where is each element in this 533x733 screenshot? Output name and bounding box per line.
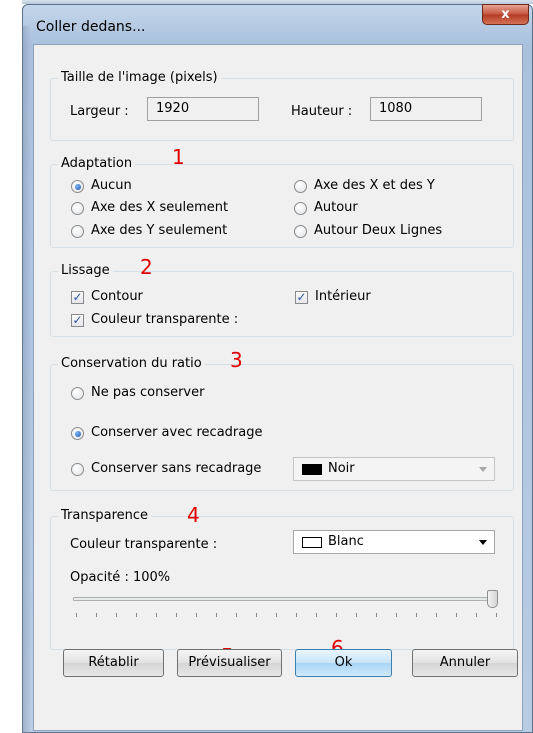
radio-axe-x-et-y[interactable] xyxy=(294,180,307,193)
slider-tick xyxy=(216,613,217,617)
slider-tick xyxy=(316,613,317,617)
slider-tick xyxy=(476,613,477,617)
close-icon[interactable]: x xyxy=(501,7,509,22)
check-mark-icon: ✓ xyxy=(72,313,83,327)
radio-conserver-avec-recadrage[interactable] xyxy=(71,427,84,440)
transparency-color-value: Blanc xyxy=(328,534,364,549)
ratio-legend: Conservation du ratio xyxy=(58,356,205,372)
preview-button[interactable]: Prévisualiser xyxy=(177,649,282,677)
desktop-edge xyxy=(0,0,22,733)
image-size-legend: Taille de l'image (pixels) xyxy=(58,70,221,86)
reset-button[interactable]: Rétablir xyxy=(63,649,164,677)
color-swatch xyxy=(302,537,322,548)
width-label: Largeur : xyxy=(70,104,129,119)
transparency-color-label: Couleur transparente : xyxy=(70,537,218,552)
smoothing-legend: Lissage xyxy=(58,263,113,279)
radio-conserver-sans-recadrage-label[interactable]: Conserver sans recadrage xyxy=(91,461,261,477)
slider-tick xyxy=(276,613,277,617)
slider-tick xyxy=(296,613,297,617)
close-button[interactable]: x xyxy=(482,4,529,25)
slider-tick xyxy=(456,613,457,617)
slider-tick xyxy=(156,613,157,617)
radio-conserver-avec-recadrage-label[interactable]: Conserver avec recadrage xyxy=(91,425,262,441)
checkbox-interieur[interactable]: ✓ xyxy=(295,291,308,304)
chevron-down-icon xyxy=(479,467,487,472)
radio-axe-x-et-y-label[interactable]: Axe des X et des Y xyxy=(314,178,435,194)
slider-tick xyxy=(96,613,97,617)
slider-tick xyxy=(396,613,397,617)
width-field[interactable]: 1920 xyxy=(147,97,259,121)
radio-autour-label[interactable]: Autour xyxy=(314,200,358,216)
opacity-slider-track[interactable] xyxy=(73,597,494,601)
height-label: Hauteur : xyxy=(291,104,353,119)
radio-ne-pas-conserver[interactable] xyxy=(71,387,84,400)
slider-tick xyxy=(236,613,237,617)
radio-aucun[interactable] xyxy=(71,180,84,193)
slider-tick xyxy=(376,613,377,617)
slider-tick xyxy=(356,613,357,617)
color-swatch xyxy=(302,464,322,475)
chevron-down-icon xyxy=(479,540,487,545)
transparency-color-select[interactable]: Blanc xyxy=(293,530,495,554)
window-shadow xyxy=(22,26,30,733)
checkbox-interieur-label[interactable]: Intérieur xyxy=(315,289,371,305)
slider-tick xyxy=(196,613,197,617)
opacity-label: Opacité : 100% xyxy=(70,570,171,585)
ratio-color-value: Noir xyxy=(328,461,355,476)
radio-axe-y-seulement-label[interactable]: Axe des Y seulement xyxy=(91,223,227,239)
ok-button[interactable]: Ok xyxy=(295,649,392,677)
opacity-slider-thumb[interactable] xyxy=(487,590,498,608)
radio-axe-x-seulement-label[interactable]: Axe des X seulement xyxy=(91,200,228,216)
slider-tick xyxy=(336,613,337,617)
radio-autour-deux-lignes[interactable] xyxy=(294,225,307,238)
check-mark-icon: ✓ xyxy=(296,290,307,304)
radio-autour[interactable] xyxy=(294,202,307,215)
height-field[interactable]: 1080 xyxy=(370,97,482,121)
checkbox-contour-label[interactable]: Contour xyxy=(91,289,143,305)
radio-conserver-sans-recadrage[interactable] xyxy=(71,463,84,476)
annotation-1: 1 xyxy=(172,145,185,169)
annotation-4: 4 xyxy=(187,503,200,527)
slider-tick xyxy=(416,613,417,617)
annotation-3: 3 xyxy=(230,348,243,372)
slider-tick xyxy=(76,613,77,617)
ratio-color-select[interactable]: Noir xyxy=(293,457,495,481)
checkbox-couleur-transparente[interactable]: ✓ xyxy=(71,314,84,327)
radio-aucun-label[interactable]: Aucun xyxy=(91,178,132,194)
dialog-client-area: Taille de l'image (pixels) Largeur : 192… xyxy=(33,44,523,731)
adaptation-legend: Adaptation xyxy=(58,156,136,172)
check-mark-icon: ✓ xyxy=(72,290,83,304)
radio-autour-deux-lignes-label[interactable]: Autour Deux Lignes xyxy=(314,223,442,239)
radio-axe-x-seulement[interactable] xyxy=(71,202,84,215)
slider-tick xyxy=(176,613,177,617)
radio-axe-y-seulement[interactable] xyxy=(71,225,84,238)
transparency-legend: Transparence xyxy=(58,508,152,524)
window-title: Coller dedans... xyxy=(36,19,146,35)
checkbox-contour[interactable]: ✓ xyxy=(71,291,84,304)
slider-tick xyxy=(436,613,437,617)
slider-tick xyxy=(256,613,257,617)
slider-tick xyxy=(496,613,497,617)
slider-tick xyxy=(116,613,117,617)
annotation-2: 2 xyxy=(140,255,153,279)
slider-tick xyxy=(136,613,137,617)
radio-ne-pas-conserver-label[interactable]: Ne pas conserver xyxy=(91,385,204,401)
cancel-button[interactable]: Annuler xyxy=(412,649,518,677)
checkbox-couleur-transparente-label[interactable]: Couleur transparente : xyxy=(91,312,238,328)
